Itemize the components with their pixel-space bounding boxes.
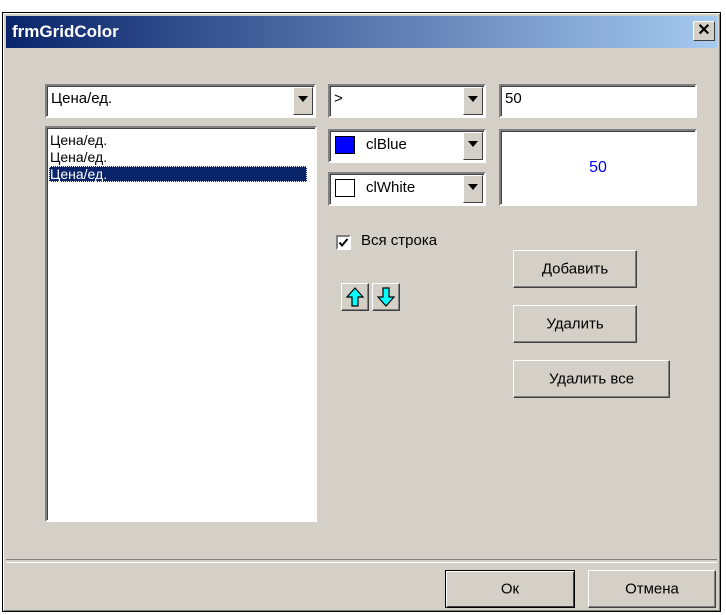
field-combo-dropdown-button[interactable] bbox=[293, 87, 313, 115]
footer-divider bbox=[6, 559, 717, 563]
list-item[interactable]: Цена/ед. bbox=[49, 132, 107, 148]
cancel-button-label: Отмена bbox=[625, 580, 679, 598]
delete-button-label: Удалить bbox=[546, 315, 604, 333]
checkmark-icon bbox=[338, 238, 349, 248]
move-up-button[interactable] bbox=[341, 283, 369, 311]
font-color-swatch bbox=[335, 136, 355, 154]
background-color-combo[interactable]: clWhite bbox=[328, 172, 486, 206]
font-color-dropdown-button[interactable] bbox=[463, 132, 483, 160]
ok-button[interactable]: Ок bbox=[445, 570, 575, 608]
field-combo-value: Цена/ед. bbox=[51, 90, 113, 107]
close-button[interactable]: ✕ bbox=[693, 21, 715, 41]
add-button-label: Добавить bbox=[541, 260, 609, 278]
dialog-window: frmGridColor ✕ Цена/ед. > 50 Цена/ед. Це… bbox=[2, 12, 721, 612]
font-color-combo[interactable]: clBlue bbox=[328, 129, 486, 163]
value-input[interactable]: 50 bbox=[499, 84, 697, 118]
window-title: frmGridColor bbox=[12, 22, 119, 41]
ok-button-label: Ок bbox=[500, 580, 520, 598]
close-icon: ✕ bbox=[697, 22, 711, 39]
background-color-value: clWhite bbox=[366, 179, 416, 196]
rules-list[interactable]: Цена/ед. Цена/ед. Цена/ед. bbox=[45, 126, 317, 522]
operator-combo-value: > bbox=[334, 90, 343, 107]
list-item[interactable]: Цена/ед. bbox=[49, 149, 107, 165]
preview-box: 50 bbox=[499, 129, 697, 206]
list-item-selected[interactable]: Цена/ед. bbox=[49, 166, 307, 182]
delete-all-button[interactable]: Удалить все bbox=[513, 360, 670, 398]
title-bar[interactable]: frmGridColor ✕ bbox=[6, 16, 717, 48]
arrow-down-icon bbox=[376, 287, 396, 307]
operator-combo[interactable]: > bbox=[328, 84, 486, 118]
arrow-up-icon bbox=[345, 287, 365, 307]
background-color-dropdown-button[interactable] bbox=[463, 175, 483, 203]
add-button[interactable]: Добавить bbox=[513, 250, 637, 288]
whole-row-checkbox[interactable] bbox=[336, 235, 351, 250]
operator-combo-dropdown-button[interactable] bbox=[463, 87, 483, 115]
delete-button[interactable]: Удалить bbox=[513, 305, 637, 343]
background-color-swatch bbox=[335, 179, 355, 197]
cancel-button[interactable]: Отмена bbox=[588, 570, 716, 608]
field-combo[interactable]: Цена/ед. bbox=[45, 84, 316, 118]
delete-all-button-label: Удалить все bbox=[548, 370, 635, 388]
value-input-text: 50 bbox=[505, 90, 522, 107]
whole-row-label[interactable]: Вся строка bbox=[361, 232, 437, 249]
font-color-value: clBlue bbox=[366, 136, 407, 153]
preview-text: 50 bbox=[589, 159, 607, 176]
move-down-button[interactable] bbox=[372, 283, 400, 311]
